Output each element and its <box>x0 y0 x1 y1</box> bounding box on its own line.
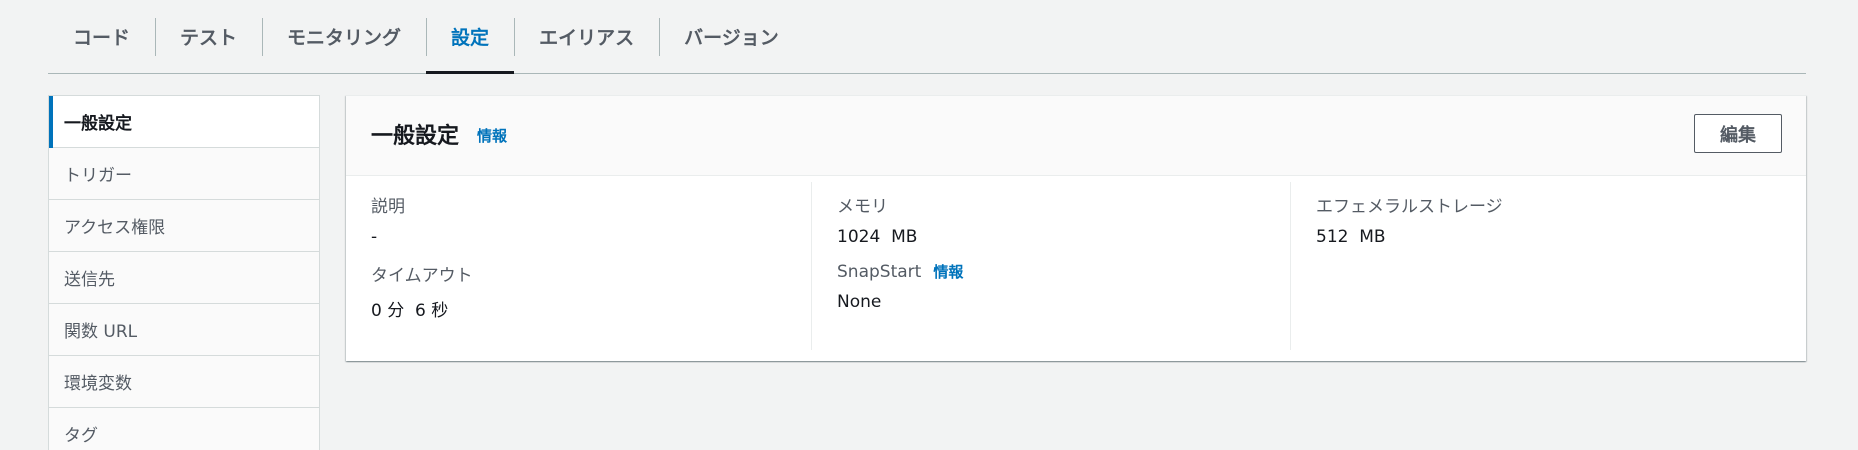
general-configuration-panel: 一般設定 情報 編集 説明 - タイムアウト 0 分 6 秒 メモリ 1024 … <box>346 95 1806 361</box>
snapstart-field: SnapStart 情報 None <box>837 261 963 312</box>
panel-info-link[interactable]: 情報 <box>477 125 507 146</box>
tab-code[interactable]: コード <box>48 0 155 73</box>
snapstart-info-link[interactable]: 情報 <box>933 261 963 282</box>
tab-configuration[interactable]: 設定 <box>426 0 515 74</box>
sidenav-item-general-configuration[interactable]: 一般設定 <box>49 96 319 148</box>
memory-value: 1024 MB <box>837 227 918 247</box>
timeout-value: 0 分 6 秒 <box>371 301 449 321</box>
column-divider <box>811 182 812 350</box>
lambda-configuration-page: コード テスト モニタリング 設定 エイリアス バージョン 一般設定 トリガー … <box>0 0 1858 450</box>
snapstart-label: SnapStart <box>837 262 922 282</box>
sidenav-item-environment-variables[interactable]: 環境変数 <box>49 356 319 408</box>
column-storage: エフェメラルストレージ 512 MB <box>1316 182 1786 350</box>
snapstart-value: None <box>837 292 882 312</box>
description-field: 説明 - <box>371 192 405 247</box>
column-divider <box>1290 182 1291 350</box>
sidenav-item-function-url[interactable]: 関数 URL <box>49 304 319 356</box>
panel-title: 一般設定 <box>371 124 460 149</box>
memory-field: メモリ 1024 MB <box>837 192 917 247</box>
description-label: 説明 <box>371 197 405 217</box>
configuration-sidenav: 一般設定 トリガー アクセス権限 送信先 関数 URL 環境変数 タグ <box>48 95 320 450</box>
sidenav-item-destinations[interactable]: 送信先 <box>49 252 319 304</box>
sidenav-item-triggers[interactable]: トリガー <box>49 148 319 200</box>
tab-aliases[interactable]: エイリアス <box>514 0 659 73</box>
tab-test[interactable]: テスト <box>155 0 262 73</box>
column-memory: メモリ 1024 MB SnapStart 情報 None <box>837 182 1314 350</box>
tab-versions[interactable]: バージョン <box>659 0 804 73</box>
description-value: - <box>371 227 378 247</box>
ephemeral-storage-label: エフェメラルストレージ <box>1316 197 1503 217</box>
memory-label: メモリ <box>837 197 888 217</box>
panel-header: 一般設定 情報 編集 <box>346 96 1806 176</box>
sidenav-item-tags[interactable]: タグ <box>49 408 319 450</box>
timeout-label: タイムアウト <box>371 266 473 286</box>
snapstart-label-row: SnapStart 情報 <box>837 261 963 282</box>
panel-body: 説明 - タイムアウト 0 分 6 秒 メモリ 1024 MB SnapStar… <box>346 176 1806 360</box>
function-tabs: コード テスト モニタリング 設定 エイリアス バージョン <box>48 0 1806 74</box>
ephemeral-storage-field: エフェメラルストレージ 512 MB <box>1316 192 1503 247</box>
timeout-field: タイムアウト 0 分 6 秒 <box>371 261 473 321</box>
tab-monitoring[interactable]: モニタリング <box>262 0 426 73</box>
ephemeral-storage-value: 512 MB <box>1316 227 1386 247</box>
sidenav-item-permissions[interactable]: アクセス権限 <box>49 200 319 252</box>
column-general: 説明 - タイムアウト 0 分 6 秒 <box>371 182 811 350</box>
edit-button[interactable]: 編集 <box>1694 114 1782 153</box>
